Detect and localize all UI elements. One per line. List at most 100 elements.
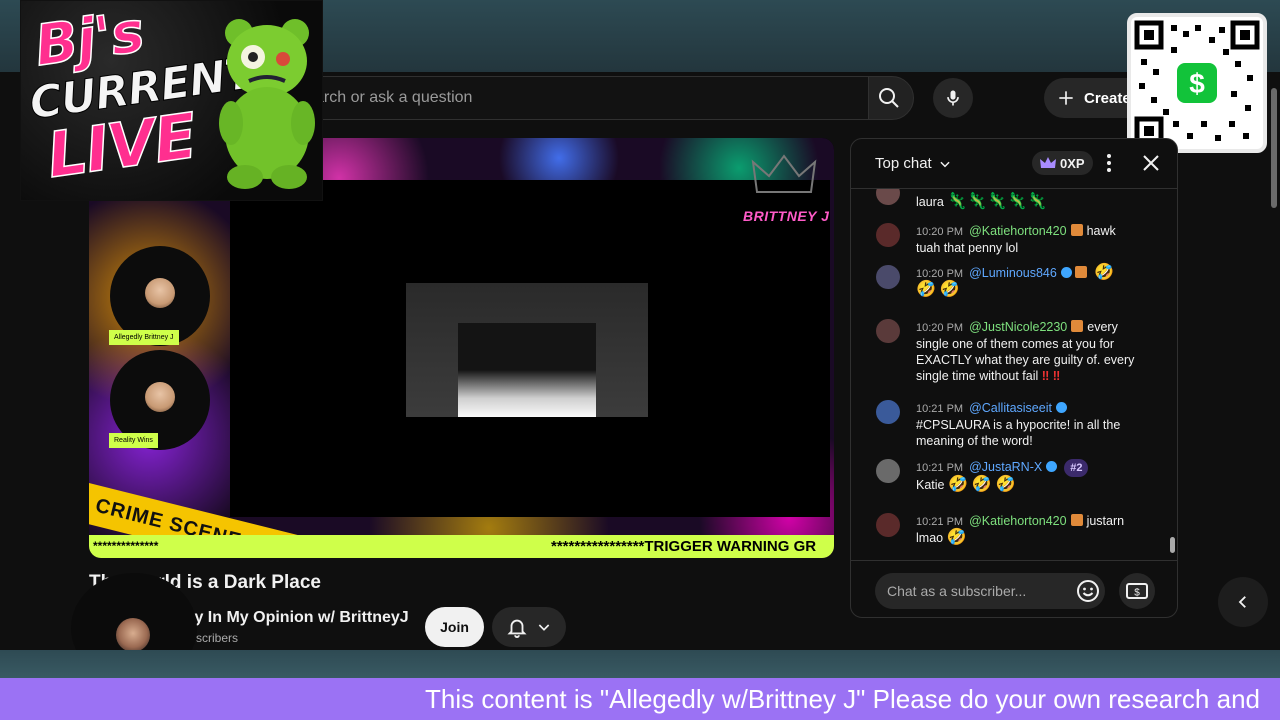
laughing-emoji: 🤣	[939, 281, 960, 298]
super-chat-icon: $	[1126, 583, 1148, 599]
chat-message: 10:21 PM @JustaRN-X #2 Katie 🤣 🤣 🤣	[876, 459, 1176, 493]
xp-label: 0XP	[1060, 155, 1085, 171]
create-label: Create	[1084, 89, 1131, 107]
rank-badge: #2	[1064, 459, 1089, 477]
streamer-avatar	[116, 618, 150, 652]
chat-message: 10:21 PM @Katiehorton420 justarn lmao 🤣	[876, 513, 1176, 546]
message-time: 10:21 PM	[916, 516, 964, 528]
message-author[interactable]: @Katiehorton420	[969, 224, 1066, 238]
stream-brand: BRITTNEY J	[743, 208, 830, 224]
laughing-emoji: 🤣	[947, 476, 968, 493]
qr-code: $	[1127, 13, 1267, 153]
laughing-emoji: 🤣	[971, 476, 992, 493]
super-chat-button[interactable]: $	[1119, 573, 1155, 609]
emoji-icon[interactable]	[1076, 579, 1100, 603]
chat-header: Top chat 0XP	[851, 139, 1177, 189]
notification-button[interactable]	[492, 607, 566, 647]
verified-icon	[1060, 267, 1072, 278]
ticker-right-text: ****************TRIGGER WARNING GR	[551, 538, 817, 555]
close-icon[interactable]	[1141, 153, 1161, 173]
mic-icon	[947, 90, 959, 106]
laughing-emoji: 🤣	[995, 476, 1016, 493]
message-time: 10:20 PM	[916, 322, 964, 334]
message-time: 10:21 PM	[916, 403, 964, 415]
chevron-down-icon	[940, 161, 950, 167]
chat-avatar	[876, 319, 900, 343]
crown-icon	[751, 154, 817, 193]
chat-mode-label: Top chat	[875, 155, 932, 172]
svg-text:$: $	[1189, 68, 1205, 99]
chat-scrollbar-thumb[interactable]	[1170, 537, 1175, 553]
subscriber-count: scribers	[196, 631, 239, 645]
guest-avatar	[145, 382, 175, 412]
xp-badge[interactable]: 0XP	[1032, 151, 1093, 175]
message-time: 10:21 PM	[916, 462, 964, 474]
ticker-left-text: **************	[93, 539, 159, 553]
stream-overlay-bottom-band	[0, 650, 1280, 678]
chat-avatar	[876, 223, 900, 247]
chevron-left-icon	[1238, 596, 1246, 608]
channel-name[interactable]: ly In My Opinion w/ BrittneyJ	[190, 609, 409, 627]
svg-text:$: $	[1134, 588, 1140, 599]
page-scrollbar[interactable]	[1268, 72, 1280, 650]
message-text: Katie	[916, 478, 945, 492]
guest-avatar	[145, 278, 175, 308]
lizard-emoji: 🦎🦎🦎🦎🦎	[947, 193, 1047, 210]
disclaimer-banner: This content is "Allegedly w/Brittney J"…	[0, 678, 1280, 720]
message-author[interactable]: @Katiehorton420	[969, 514, 1066, 528]
chat-avatar	[876, 189, 900, 205]
message-author[interactable]: @JustNicole2230	[969, 320, 1067, 334]
member-badge-icon	[1070, 514, 1083, 526]
shared-screen-thumbnail	[406, 283, 648, 417]
video-player[interactable]: BRITTNEY J Allegedly Brittney J Reality …	[89, 138, 834, 558]
crown-icon	[1040, 157, 1056, 168]
chat-message: laura 🦎🦎🦎🦎🦎	[876, 189, 1176, 210]
chat-message: 10:21 PM @Callitasiseeit #CPSLAURA is a h…	[876, 400, 1176, 449]
disclaimer-text: This content is "Allegedly w/Brittney J"…	[425, 684, 1260, 714]
member-badge-icon	[1074, 266, 1087, 278]
voice-search-button[interactable]	[933, 78, 973, 118]
chevron-down-icon	[538, 624, 550, 631]
search-icon	[879, 88, 899, 108]
message-time: 10:20 PM	[916, 268, 964, 280]
chat-message: 10:20 PM @Luminous846 🤣 🤣 🤣	[876, 265, 1176, 298]
exclamation-emoji: ‼ ‼	[1041, 369, 1061, 383]
guest-tag-1: Allegedly Brittney J	[109, 330, 179, 345]
guest-tag-2: Reality Wins	[109, 433, 158, 448]
join-button[interactable]: Join	[425, 607, 484, 647]
shared-screen-card	[458, 323, 596, 417]
message-author[interactable]: @JustaRN-X	[969, 460, 1042, 474]
chat-messages[interactable]: laura 🦎🦎🦎🦎🦎 10:20 PM @Katiehorton420 hawk …	[851, 189, 1177, 559]
verified-icon	[1046, 461, 1058, 472]
message-text: laura	[916, 195, 944, 209]
chat-input[interactable]: Chat as a subscriber...	[875, 573, 1105, 609]
page-scrollbar-thumb[interactable]	[1271, 88, 1277, 208]
message-text: #CPSLAURA is a hypocrite! in all the mea…	[916, 418, 1121, 448]
member-badge-icon	[1071, 320, 1084, 332]
chat-avatar	[876, 400, 900, 424]
chat-message: 10:20 PM @JustNicole2230 every single one …	[876, 319, 1176, 384]
chat-avatar	[876, 459, 900, 483]
laughing-emoji: 🤣	[916, 281, 936, 298]
chat-mode-selector[interactable]: Top chat	[875, 155, 952, 172]
chat-avatar	[876, 265, 900, 289]
verified-icon	[1055, 402, 1067, 413]
chat-message: 10:20 PM @Katiehorton420 hawk tuah that pe…	[876, 223, 1176, 256]
laughing-emoji: 🤣	[946, 529, 967, 546]
search-input[interactable]: arch or ask a question	[300, 76, 870, 120]
stream-ticker: ************** ****************TRIGGER W…	[89, 535, 834, 558]
message-time: 10:20 PM	[916, 226, 964, 238]
laughing-emoji: 🤣	[1094, 264, 1115, 281]
collapse-panel-button[interactable]	[1218, 577, 1268, 627]
message-author[interactable]: @Callitasiseeit	[969, 401, 1052, 415]
more-vert-icon[interactable]	[1105, 153, 1113, 173]
stream-logo: Bj's CURRENT LIVE	[20, 0, 323, 201]
qr-code-image: $	[1134, 20, 1260, 146]
chat-footer: Chat as a subscriber... $	[851, 560, 1177, 617]
search-button[interactable]	[868, 76, 914, 120]
member-badge-icon	[1070, 224, 1083, 236]
message-author[interactable]: @Luminous846	[969, 266, 1057, 280]
live-chat: Top chat 0XP laura 🦎🦎🦎🦎🦎 10:20 PM @Katie…	[850, 138, 1178, 618]
plus-icon	[1059, 91, 1073, 105]
chat-scrollbar[interactable]	[1169, 189, 1177, 559]
